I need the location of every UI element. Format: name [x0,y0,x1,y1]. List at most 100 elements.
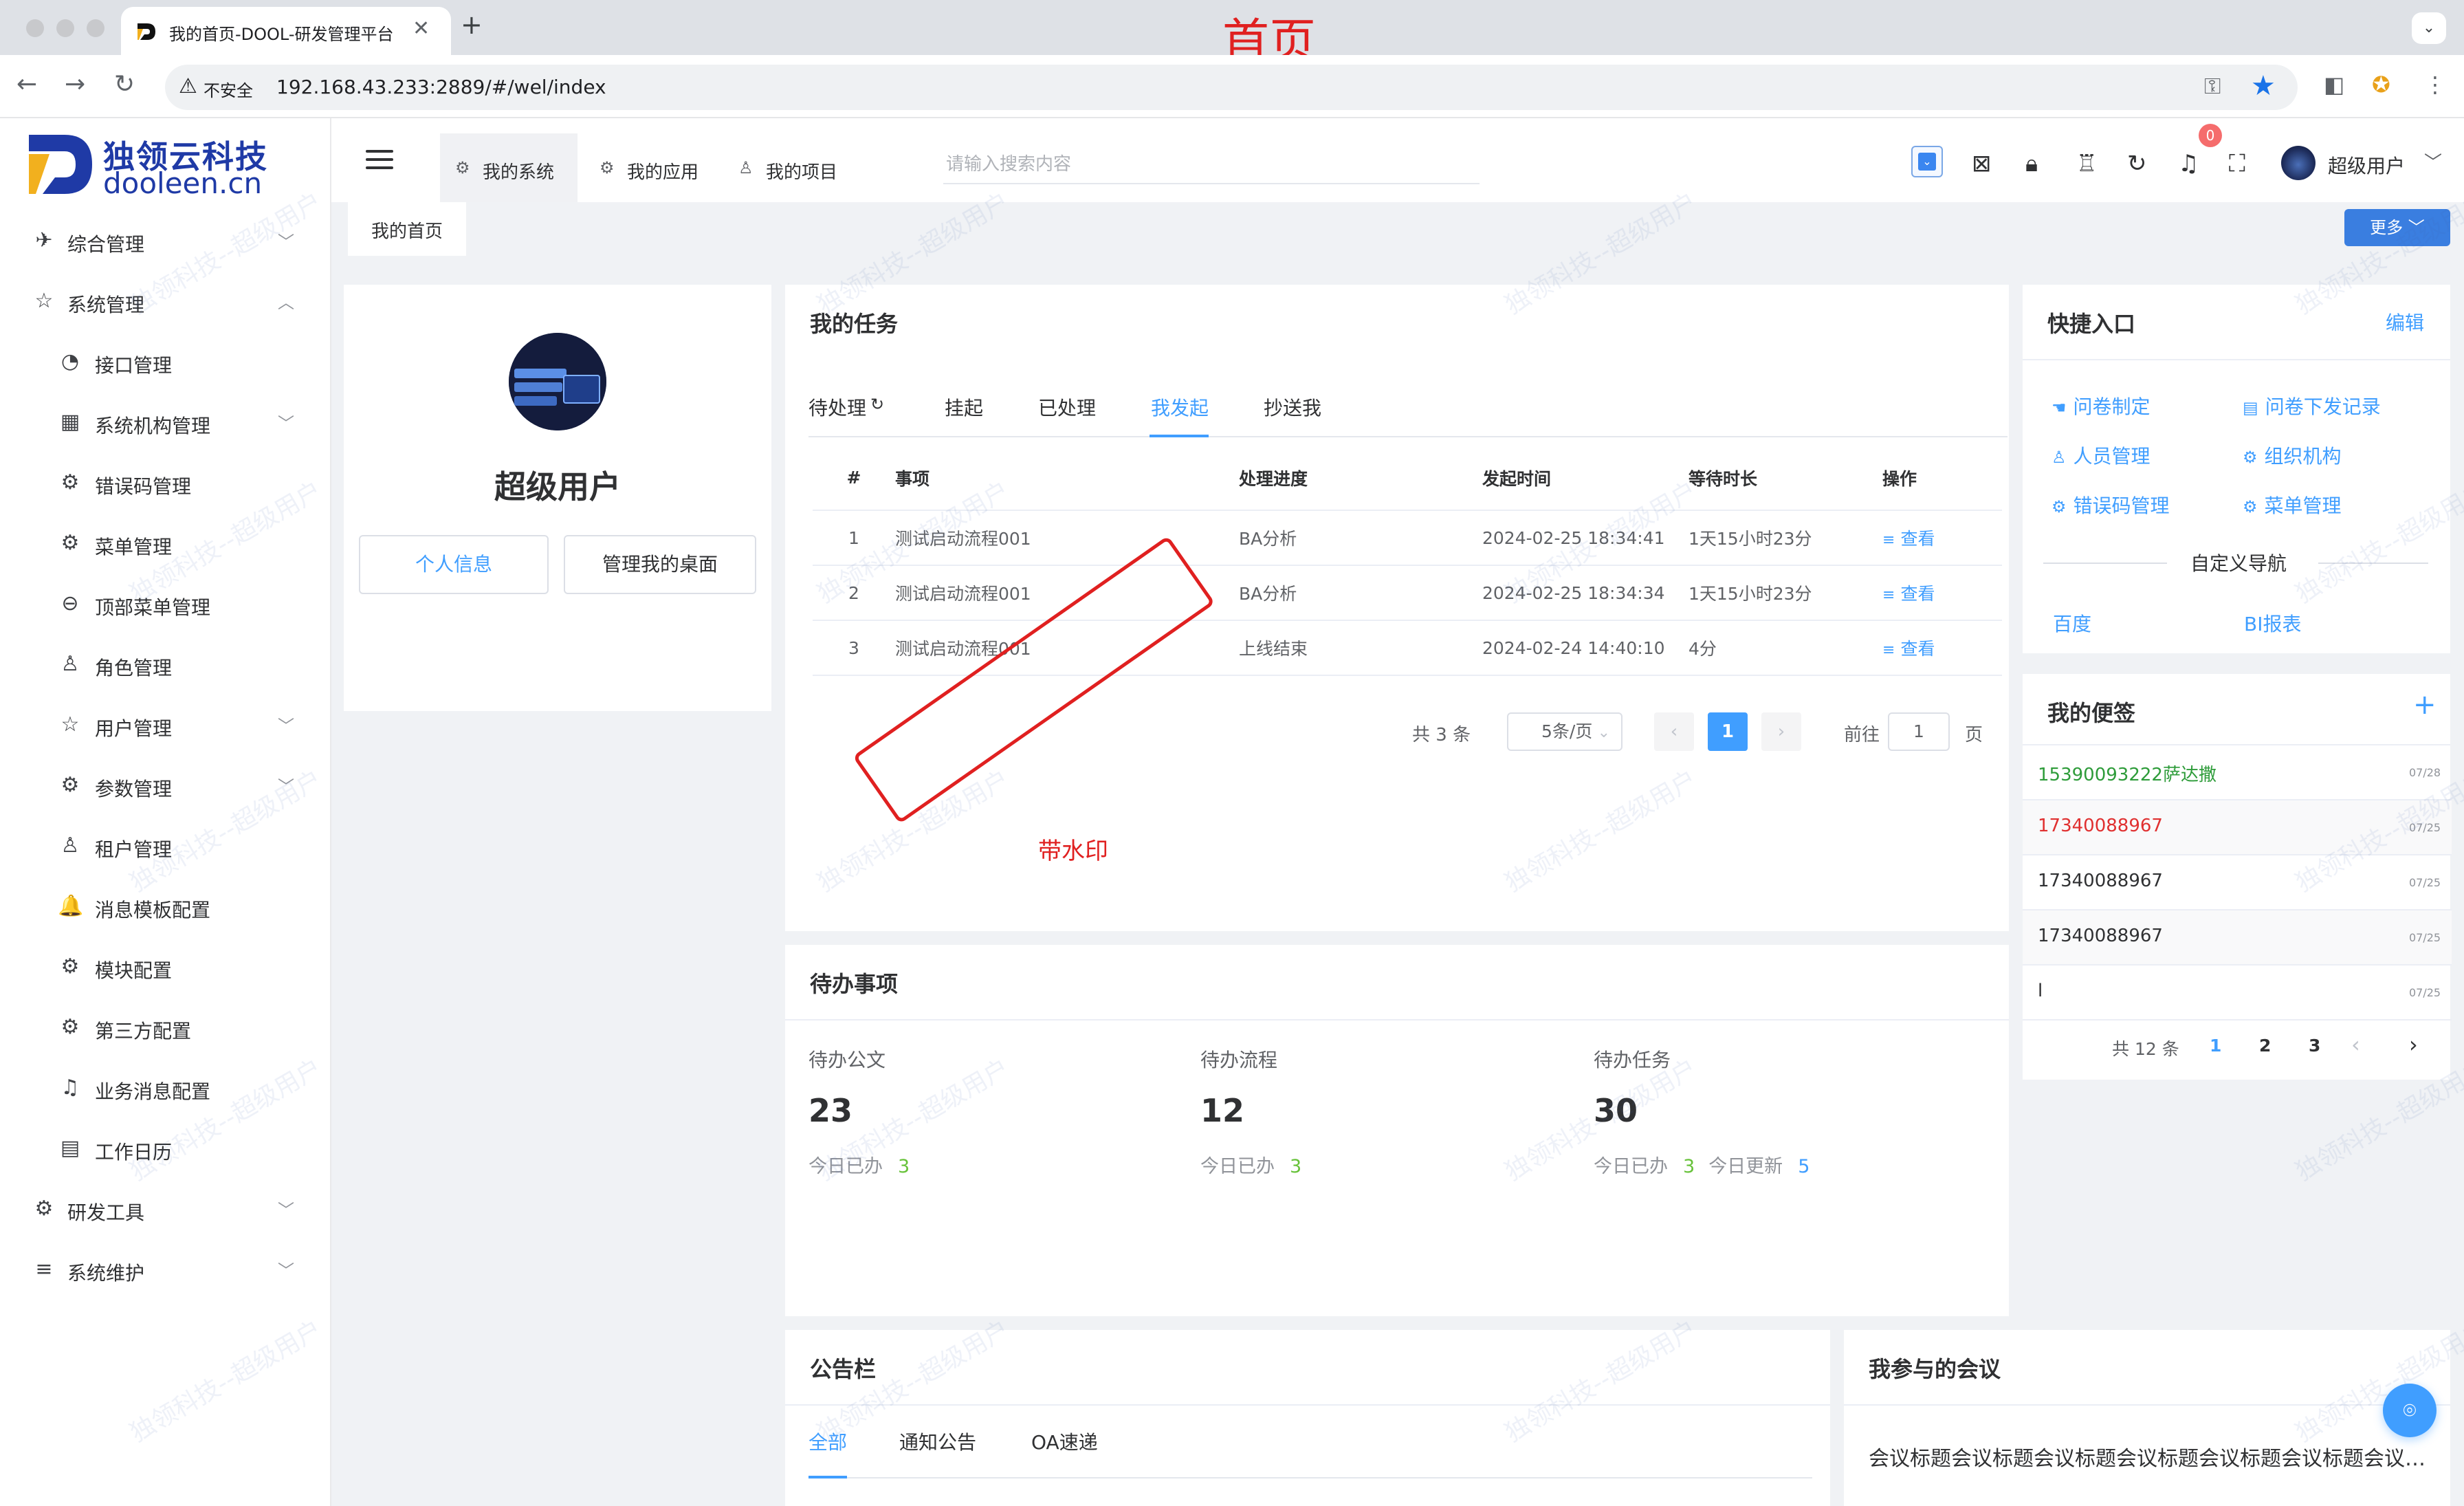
tag-home[interactable]: 我的首页 [348,202,467,256]
add-note-button[interactable]: + [2413,689,2436,721]
sidebar-panel-icon[interactable]: ◧ [2324,72,2344,98]
back-arrow-icon[interactable]: ← [16,70,37,98]
quick-link-2[interactable]: ♙ 人员管理 [2052,441,2150,469]
user-name[interactable]: 超级用户 [2328,151,2405,179]
forward-arrow-icon[interactable]: → [65,70,85,98]
list-item[interactable]: 17340088967 07/25 [2023,910,2452,965]
theme-shirt-icon[interactable]: ♖ [2076,150,2097,177]
list-item[interactable]: 15390093222萨达撒 07/28 [2023,745,2452,800]
chevron-down-icon[interactable]: ﹀ [278,1257,294,1281]
top-tab-1[interactable]: ⚙ 我的应用 [584,133,712,202]
custom-link-0[interactable]: 百度 [2053,609,2091,637]
avatar[interactable] [2281,146,2316,180]
view-link[interactable]: ≡ 查看 [1882,639,1935,659]
browser-menu-icon[interactable]: ⋮ [2424,72,2446,98]
notes-prev-icon[interactable]: ‹ [2351,1032,2360,1058]
chevron-down-icon[interactable]: ﹀ [278,1197,294,1221]
bulletin-tab-0[interactable]: 全部 [808,1428,847,1455]
bookmark-star-icon[interactable]: ★ [2251,70,2276,102]
sidebar-item-14[interactable]: ♫ 业务消息配置 [0,1067,331,1109]
page-size-select[interactable]: 5条/页 ⌄ [1507,712,1622,751]
task-tab-4[interactable]: 抄送我 [1264,393,1321,421]
chevron-down-icon[interactable]: ﹀ [278,228,294,252]
list-item[interactable]: 17340088967 07/25 [2023,800,2452,855]
view-link[interactable]: ≡ 查看 [1882,529,1935,549]
sidebar-item-4[interactable]: ⚙ 错误码管理 [0,462,331,503]
sidebar-item-0[interactable]: ✈ 综合管理 ﹀ [0,220,331,261]
top-tab-0[interactable]: ⚙ 我的系统 [440,133,578,202]
chevron-down-icon[interactable]: ﹀ [278,712,294,736]
chevron-down-icon[interactable]: ﹀ [278,773,294,797]
quick-link-1[interactable]: ▤ 问卷下发记录 [2243,392,2381,419]
quick-link-0[interactable]: ☚ 问卷制定 [2052,392,2150,419]
sidebar-item-10[interactable]: ♙ 租户管理 [0,825,331,866]
sidebar-item-7[interactable]: ♙ 角色管理 [0,644,331,685]
image-off-icon[interactable]: ⊠ [1972,150,1992,177]
quick-link-3[interactable]: ⚙ 组织机构 [2243,441,2342,469]
url-text[interactable]: 192.168.43.233:2889/#/wel/index [276,76,606,98]
key-icon[interactable]: ⚿ [2204,73,2221,100]
select-toggle-icon[interactable]: ⌄ [1911,146,1943,177]
meeting-item-title[interactable]: 会议标题会议标题会议标题会议标题会议标题会议标题会议标题会议标题会议标题 [1869,1441,2426,1472]
pager-prev-button[interactable]: ‹ [1654,712,1694,751]
extension-icon[interactable]: ✪ [2372,72,2390,98]
quick-edit-link[interactable]: 编辑 [2386,308,2424,336]
bulletin-tab-1[interactable]: 通知公告 [899,1428,976,1455]
bulletin-tab-2[interactable]: OA速递 [1031,1428,1098,1455]
sidebar-item-11[interactable]: 🔔 消息模板配置 [0,886,331,927]
sidebar-item-13[interactable]: ⚙ 第三方配置 [0,1007,331,1048]
personal-info-button[interactable]: 个人信息 [359,535,549,594]
browser-tab[interactable]: 我的首页-DOOL-研发管理平台 ✕ [121,7,451,55]
camera-icon[interactable]: ⌾ [2383,1384,2436,1437]
chevron-down-icon[interactable]: ﹀ [2424,149,2442,174]
chevron-down-icon[interactable]: ﹀ [278,410,294,434]
sidebar-item-2[interactable]: ◔ 接口管理 [0,341,331,382]
pager-page-current[interactable]: 1 [1708,712,1748,751]
address-bar[interactable]: ⚠ 不安全 192.168.43.233:2889/#/wel/index ⚿ … [165,65,2298,110]
refresh-icon[interactable]: ↻ [870,395,884,414]
sidebar-item-3[interactable]: ▦ 系统机构管理 ﹀ [0,402,331,443]
notes-next-icon[interactable]: › [2409,1032,2418,1058]
quick-link-4[interactable]: ⚙ 错误码管理 [2052,491,2170,519]
close-tab-icon[interactable]: ✕ [412,17,430,41]
sidebar-item-16[interactable]: ⚙ 研发工具 ﹀ [0,1188,331,1230]
window-close-dot[interactable] [26,19,44,37]
sidebar-item-1[interactable]: ☆ 系统管理 ︿ [0,281,331,322]
sidebar-item-8[interactable]: ☆ 用户管理 ﹀ [0,704,331,745]
task-tab-2[interactable]: 已处理 [1038,393,1096,421]
notes-page-1[interactable]: 1 [2210,1036,2221,1056]
task-tab-1[interactable]: 挂起 [945,393,983,421]
bell-icon[interactable]: ♫ [2178,150,2199,177]
top-tab-2[interactable]: ♙ 我的项目 [723,133,840,202]
more-button[interactable]: 更多 ﹀ [2344,209,2450,246]
view-link[interactable]: ≡ 查看 [1882,584,1935,604]
task-tab-3[interactable]: 我发起 [1151,393,1209,421]
sidebar-item-6[interactable]: ⊖ 顶部菜单管理 [0,583,331,624]
custom-link-1[interactable]: BI报表 [2244,609,2301,637]
list-item[interactable]: l 07/25 [2023,965,2452,1021]
sidebar-item-12[interactable]: ⚙ 模块配置 [0,946,331,987]
quick-link-5[interactable]: ⚙ 菜单管理 [2243,491,2342,519]
new-tab-button[interactable]: + [461,10,483,40]
refresh-icon[interactable]: ↻ [2127,150,2147,177]
pager-next-button[interactable]: › [1761,712,1801,751]
fullscreen-icon[interactable]: ⛶ [2229,150,2245,177]
notes-page-2[interactable]: 2 [2259,1036,2271,1056]
notes-page-3[interactable]: 3 [2309,1036,2320,1056]
sidebar-item-5[interactable]: ⚙ 菜单管理 [0,523,331,564]
hamburger-menu-icon[interactable] [366,150,393,171]
insecure-label[interactable]: 不安全 [204,77,253,101]
sidebar-item-17[interactable]: ≡ 系统维护 ﹀ [0,1249,331,1290]
reload-icon[interactable]: ↻ [114,70,135,98]
sidebar-item-9[interactable]: ⚙ 参数管理 ﹀ [0,765,331,806]
tab-search-menu-button[interactable]: ⌄ [2412,12,2446,44]
window-zoom-dot[interactable] [87,19,104,37]
sidebar-item-15[interactable]: ▤ 工作日历 [0,1128,331,1169]
pager-goto-input[interactable]: 1 [1888,712,1950,751]
top-search-input[interactable] [943,146,1480,184]
chevron-up-icon[interactable]: ︿ [278,289,294,313]
list-item[interactable]: 17340088967 07/25 [2023,855,2452,910]
task-tab-0[interactable]: 待处理 [808,393,866,421]
window-minimize-dot[interactable] [56,19,74,37]
lock-icon[interactable]: 🔒︎ [2025,150,2038,177]
